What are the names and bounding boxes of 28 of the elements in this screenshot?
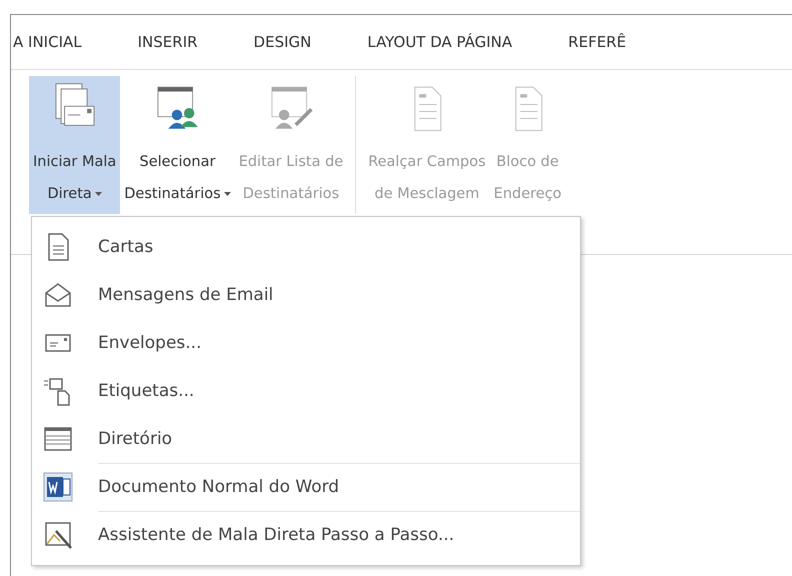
picture-wand-icon — [45, 522, 72, 549]
labels-icon — [44, 378, 70, 406]
caret-icon — [94, 192, 102, 196]
ribbon-tab[interactable]: DESIGN — [248, 29, 318, 55]
ribbon-button[interactable]: Iniciar Mala Direta — [29, 76, 120, 214]
people-calendar-icon — [158, 86, 198, 129]
envelope-document-icon — [55, 83, 94, 126]
ribbon-tab[interactable]: REFERÊ — [562, 29, 632, 55]
menu-item[interactable]: Etiquetas... — [98, 381, 194, 401]
document-icon — [515, 86, 542, 131]
table-icon — [44, 427, 72, 451]
document-icon — [48, 233, 69, 261]
menu-item[interactable]: Assistente de Mala Direta Passo a Passo... — [98, 525, 454, 545]
ribbon-tab[interactable]: INSERIR — [132, 29, 204, 55]
menu-item[interactable]: Envelopes... — [98, 333, 202, 353]
envelope-icon — [45, 334, 71, 352]
word-icon — [44, 472, 72, 502]
ribbon-button[interactable]: Selecionar Destinatários — [120, 76, 235, 214]
ribbon-tab[interactable]: LAYOUT DA PÁGINA — [361, 29, 518, 55]
menu-item[interactable]: Diretório — [98, 429, 172, 449]
menu-item[interactable]: Documento Normal do Word — [98, 477, 340, 497]
person-pencil-icon — [271, 86, 313, 129]
open-envelope-icon — [45, 283, 71, 307]
menu-item[interactable]: Cartas — [98, 237, 154, 257]
ribbon-tab[interactable]: A INICIAL — [11, 29, 88, 55]
caret-icon — [224, 192, 231, 196]
document-icon — [414, 86, 442, 131]
menu-item[interactable]: Mensagens de Email — [98, 285, 274, 305]
